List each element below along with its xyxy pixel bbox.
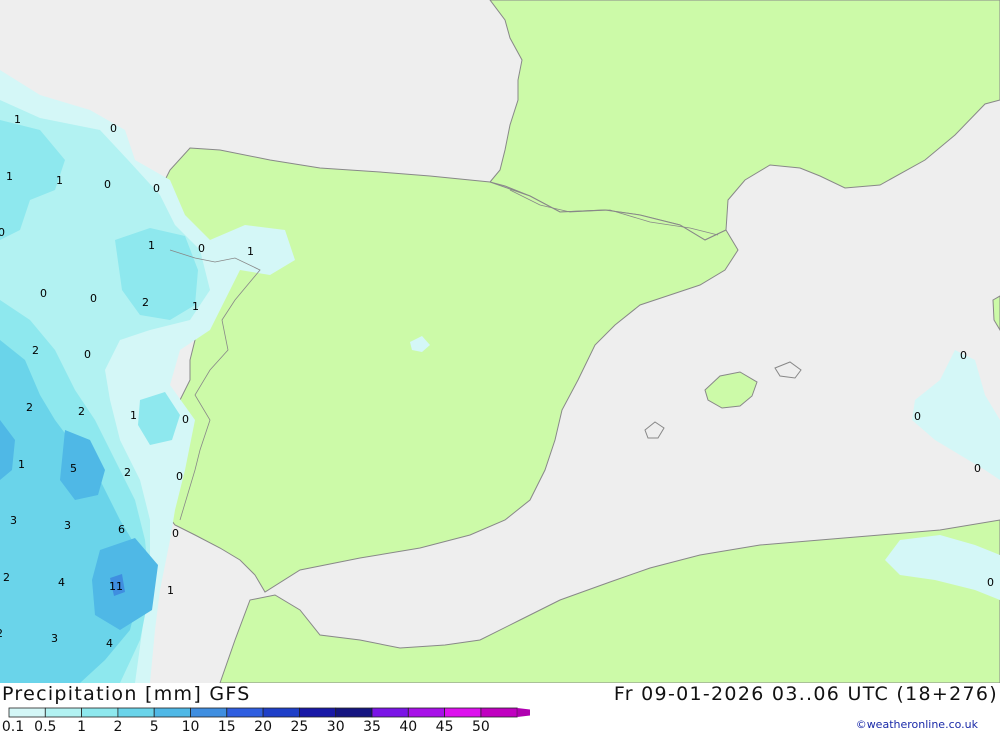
- value-label: 0: [914, 410, 921, 423]
- value-label: 0: [0, 226, 5, 239]
- value-label: 0: [176, 470, 183, 483]
- legend-swatch: [262, 707, 300, 718]
- legend-label: 1: [77, 719, 86, 733]
- value-label: 0: [960, 349, 967, 362]
- legend-swatch: [371, 707, 409, 718]
- legend-label: 10: [182, 719, 200, 733]
- legend-swatch: [298, 707, 337, 718]
- value-label: 2: [78, 405, 85, 418]
- value-label: 0: [974, 462, 981, 475]
- legend-label: 2: [113, 719, 122, 733]
- value-label: 1: [192, 300, 199, 313]
- value-label: 1: [14, 113, 21, 126]
- legend-swatch: [407, 707, 445, 718]
- map-title: Precipitation [mm] GFS: [2, 683, 251, 705]
- legend-swatch: [190, 707, 228, 718]
- value-label: 0: [182, 413, 189, 426]
- legend-swatch: [226, 707, 264, 718]
- value-label: 0: [987, 576, 994, 589]
- value-label: 3: [51, 632, 58, 645]
- value-label: 1: [56, 174, 63, 187]
- legend-swatch: [8, 707, 46, 718]
- value-label: 1: [130, 409, 137, 422]
- legend-label: 20: [254, 719, 272, 733]
- value-label: 2: [142, 296, 149, 309]
- value-label: 0: [153, 182, 160, 195]
- legend-label: 50: [472, 719, 490, 733]
- legend-label: 30: [327, 719, 345, 733]
- value-label: 0: [40, 287, 47, 300]
- value-label: 2: [3, 571, 10, 584]
- value-label: 5: [70, 462, 77, 475]
- value-label: 0: [172, 527, 179, 540]
- value-label: 1: [6, 170, 13, 183]
- legend-swatch: [480, 707, 518, 718]
- value-label: 2: [26, 401, 33, 414]
- credit-link[interactable]: ©weatheronline.co.uk: [856, 718, 978, 731]
- value-label: 2: [124, 466, 131, 479]
- value-label: 0: [110, 122, 117, 135]
- legend-label: 5: [150, 719, 159, 733]
- map-footer: Precipitation [mm] GFS Fr 09-01-2026 03.…: [0, 683, 1000, 733]
- legend-arrow: [517, 708, 530, 717]
- legend-label: 45: [436, 719, 454, 733]
- value-label: 3: [10, 514, 17, 527]
- value-label: 4: [58, 576, 65, 589]
- value-label: 0: [198, 242, 205, 255]
- legend-label: 0.1: [2, 719, 24, 733]
- value-label: 1: [167, 584, 174, 597]
- legend-swatch: [44, 707, 82, 718]
- legend-swatch: [153, 707, 191, 718]
- legend-swatch: [444, 707, 482, 718]
- value-label: 6: [118, 523, 125, 536]
- value-label: 1: [148, 239, 155, 252]
- legend-swatch: [335, 707, 373, 718]
- value-label: 1: [247, 245, 254, 258]
- value-label: 2: [32, 344, 39, 357]
- legend-label: 15: [218, 719, 236, 733]
- legend-swatch: [117, 707, 155, 718]
- precipitation-map: 1 0 1 1 0 0 0 1 0 1 0 0 2 1 2 0 2 2 1 0 …: [0, 0, 1000, 683]
- value-label: 0: [104, 178, 111, 191]
- legend-swatch: [81, 707, 119, 718]
- legend-label: 25: [290, 719, 308, 733]
- value-label: 1: [18, 458, 25, 471]
- legend-label: 40: [399, 719, 417, 733]
- value-label: 0: [84, 348, 91, 361]
- legend-label: 0.5: [34, 719, 56, 733]
- value-label: 11: [109, 580, 123, 593]
- legend-label: 35: [363, 719, 381, 733]
- value-label: 2: [0, 627, 3, 640]
- value-label: 4: [106, 637, 113, 650]
- valid-time: Fr 09-01-2026 03..06 UTC (18+276): [613, 683, 998, 705]
- color-legend: 0.1 0.5 1 2 5 10 15 20 25 30 35 40 45 50: [2, 707, 530, 733]
- value-label: 3: [64, 519, 71, 532]
- value-label: 0: [90, 292, 97, 305]
